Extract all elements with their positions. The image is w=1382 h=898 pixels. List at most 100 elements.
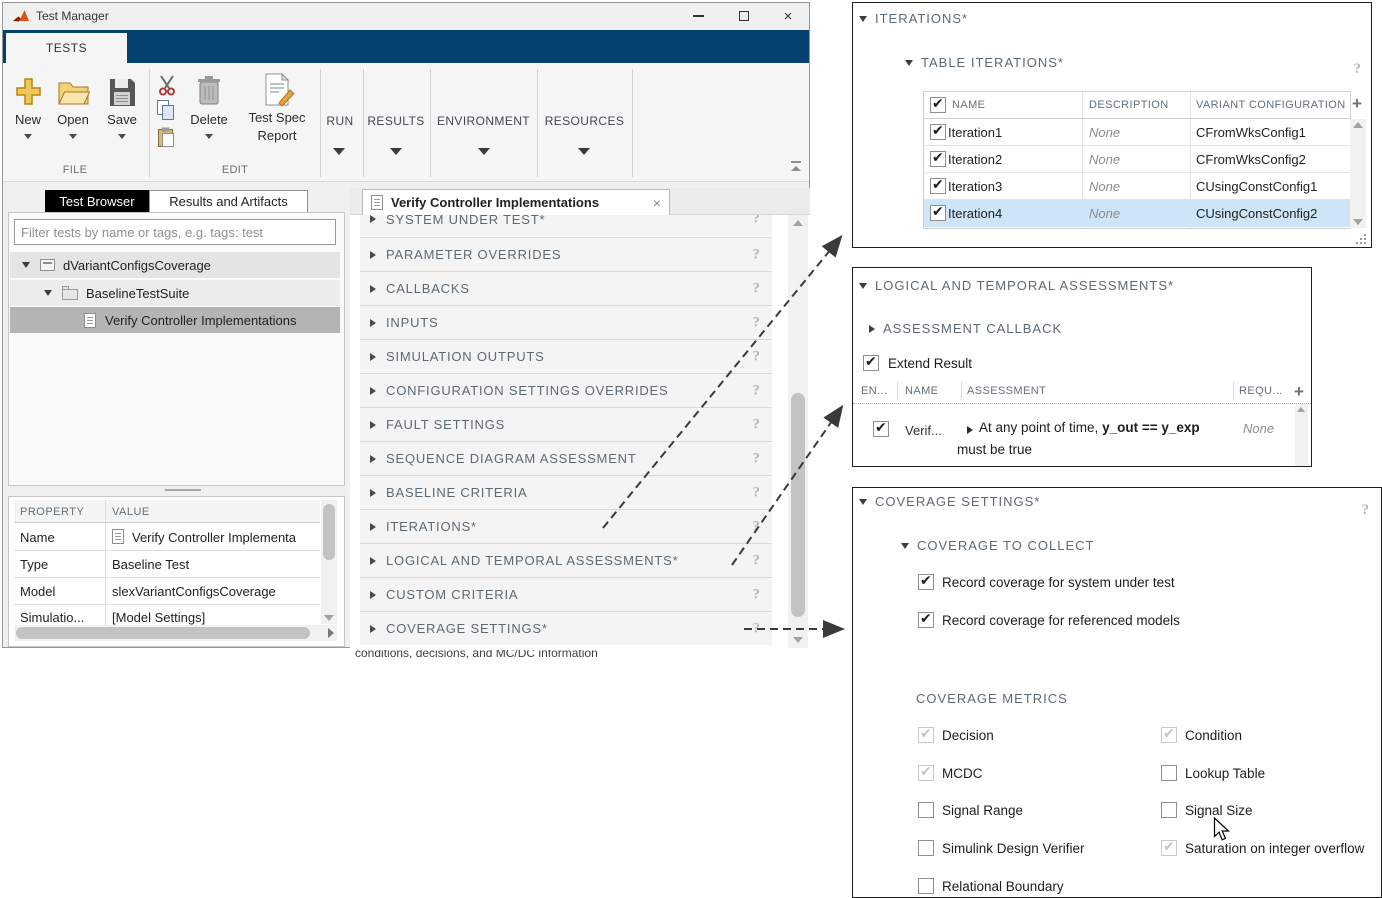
metric-relational-boundary-option[interactable]: Relational Boundary (918, 878, 1064, 894)
iteration-row-1[interactable]: Iteration1 None CFromWksConfig1 (924, 119, 1350, 146)
record-coverage-refmodels-option[interactable]: Record coverage for referenced models (918, 612, 1180, 628)
section-iterations[interactable]: ITERATIONS*? (360, 509, 772, 543)
section-baseline-criteria[interactable]: BASELINE CRITERIA? (360, 475, 772, 509)
results-menu[interactable]: RESULTS (363, 114, 429, 128)
record-coverage-refmodels-checkbox[interactable] (918, 612, 934, 628)
table-iterations-header[interactable]: TABLE ITERATIONS* (905, 55, 1064, 70)
section-custom-criteria[interactable]: CUSTOM CRITERIA? (360, 577, 772, 611)
assessment-callback-header[interactable]: ASSESSMENT CALLBACK (869, 321, 1062, 336)
help-icon[interactable]: ? (1362, 502, 1370, 519)
paste-icon[interactable] (156, 126, 176, 148)
metric-sldv-checkbox[interactable] (918, 840, 934, 856)
test-spec-report-button[interactable]: Test Spec (240, 110, 314, 125)
iterations-header[interactable]: ITERATIONS* (859, 11, 968, 26)
section-callbacks[interactable]: CALLBACKS? (360, 271, 772, 305)
metric-saturation-option[interactable]: Saturation on integer overflow (1161, 840, 1364, 856)
section-fault-settings[interactable]: FAULT SETTINGS? (360, 407, 772, 441)
run-menu[interactable]: RUN (318, 114, 362, 128)
extend-result-checkbox[interactable] (863, 355, 879, 371)
metric-lookup-table-option[interactable]: Lookup Table (1161, 765, 1265, 781)
help-icon[interactable]: ? (753, 215, 761, 228)
name-column-header[interactable]: NAME (905, 385, 938, 397)
minimize-button[interactable] (686, 8, 710, 24)
resources-menu[interactable]: RESOURCES (537, 114, 632, 128)
open-button[interactable]: Open (51, 112, 95, 127)
tab-close-icon[interactable]: × (653, 196, 661, 210)
tab-tests[interactable]: TESTS (6, 33, 127, 63)
expander-down-icon[interactable] (44, 290, 52, 296)
open-dropdown-icon[interactable] (69, 134, 77, 139)
delete-dropdown-icon[interactable] (205, 134, 213, 139)
test-spec-report-button-line2[interactable]: Report (240, 128, 314, 143)
save-button[interactable]: Save (101, 112, 143, 127)
add-iteration-button[interactable]: + (1352, 95, 1362, 112)
section-inputs[interactable]: INPUTS? (360, 305, 772, 339)
help-icon[interactable]: ? (753, 620, 761, 637)
iterations-table-scrollbar[interactable] (1350, 119, 1366, 228)
requirements-column-header[interactable]: REQU... (1239, 385, 1283, 397)
help-icon[interactable]: ? (753, 382, 761, 399)
row-checkbox[interactable] (930, 178, 946, 194)
help-icon[interactable]: ? (753, 246, 761, 263)
metric-signal-size-option[interactable]: Signal Size (1161, 802, 1253, 818)
help-icon[interactable]: ? (753, 348, 761, 365)
metric-condition-option[interactable]: Condition (1161, 727, 1242, 743)
metric-signal-range-option[interactable]: Signal Range (918, 802, 1023, 818)
help-icon[interactable]: ? (753, 416, 761, 433)
help-icon[interactable]: ? (753, 314, 761, 331)
property-vertical-scrollbar[interactable] (321, 500, 337, 624)
new-dropdown-icon[interactable] (24, 134, 32, 139)
environment-dropdown-icon[interactable] (478, 148, 490, 155)
resources-dropdown-icon[interactable] (578, 148, 590, 155)
close-button[interactable]: × (776, 8, 800, 24)
expand-icon[interactable] (967, 426, 973, 434)
section-parameter-overrides[interactable]: PARAMETER OVERRIDES? (360, 237, 772, 271)
row-checkbox[interactable] (930, 124, 946, 140)
select-all-checkbox[interactable] (930, 97, 946, 113)
help-icon[interactable]: ? (753, 484, 761, 501)
panel-splitter-handle[interactable] (165, 489, 201, 491)
expander-down-icon[interactable] (22, 262, 30, 268)
coverage-settings-header[interactable]: COVERAGE SETTINGS* (859, 494, 1040, 509)
row-checkbox[interactable] (930, 205, 946, 221)
metric-condition-checkbox[interactable] (1161, 727, 1177, 743)
section-simulation-outputs[interactable]: SIMULATION OUTPUTS? (360, 339, 772, 373)
assessment-column-header[interactable]: ASSESSMENT (967, 385, 1046, 397)
coverage-to-collect-header[interactable]: COVERAGE TO COLLECT (901, 538, 1094, 553)
help-icon[interactable]: ? (753, 450, 761, 467)
delete-button[interactable]: Delete (183, 112, 235, 127)
document-tab[interactable]: Verify Controller Implementations × (362, 189, 670, 215)
tree-item-testfile[interactable]: dVariantConfigsCoverage (10, 252, 340, 278)
variant-configuration-column-header[interactable]: VARIANT CONFIGURATION (1196, 99, 1346, 111)
results-dropdown-icon[interactable] (390, 148, 402, 155)
metric-decision-checkbox[interactable] (918, 727, 934, 743)
assessment-enabled-checkbox[interactable] (873, 421, 889, 437)
iteration-row-3[interactable]: Iteration3 None CUsingConstConfig1 (924, 173, 1350, 200)
section-system-under-test[interactable]: SYSTEM UNDER TEST* ? (360, 215, 772, 236)
row-checkbox[interactable] (930, 151, 946, 167)
help-icon[interactable]: ? (753, 586, 761, 603)
record-coverage-sut-option[interactable]: Record coverage for system under test (918, 574, 1175, 590)
assessments-scrollbar[interactable] (1295, 404, 1308, 466)
description-column-header[interactable]: DESCRIPTION (1089, 99, 1169, 111)
cut-icon[interactable] (157, 74, 177, 96)
environment-menu[interactable]: ENVIRONMENT (430, 114, 537, 128)
metric-sldv-option[interactable]: Simulink Design Verifier (918, 840, 1085, 856)
enabled-column-header[interactable]: EN... (861, 385, 887, 397)
new-button[interactable]: New (8, 112, 48, 127)
run-dropdown-icon[interactable] (333, 148, 345, 155)
resize-grip-icon[interactable] (1355, 233, 1367, 245)
section-logical-temporal-assessments[interactable]: LOGICAL AND TEMPORAL ASSESSMENTS*? (360, 543, 772, 577)
record-coverage-sut-checkbox[interactable] (918, 574, 934, 590)
assessment-row[interactable]: Verif... At any point of time, y_out == … (853, 404, 1293, 466)
document-vertical-scrollbar[interactable] (788, 215, 808, 648)
help-icon[interactable]: ? (753, 518, 761, 535)
name-column-header[interactable]: NAME (952, 99, 985, 111)
filter-tests-input[interactable] (14, 219, 336, 245)
collapse-ribbon-button[interactable] (789, 160, 803, 173)
add-assessment-button[interactable]: + (1294, 383, 1304, 400)
tab-results-and-artifacts[interactable]: Results and Artifacts (149, 190, 308, 213)
metric-lookup-table-checkbox[interactable] (1161, 765, 1177, 781)
metric-mcdc-option[interactable]: MCDC (918, 765, 983, 781)
metric-signal-size-checkbox[interactable] (1161, 802, 1177, 818)
